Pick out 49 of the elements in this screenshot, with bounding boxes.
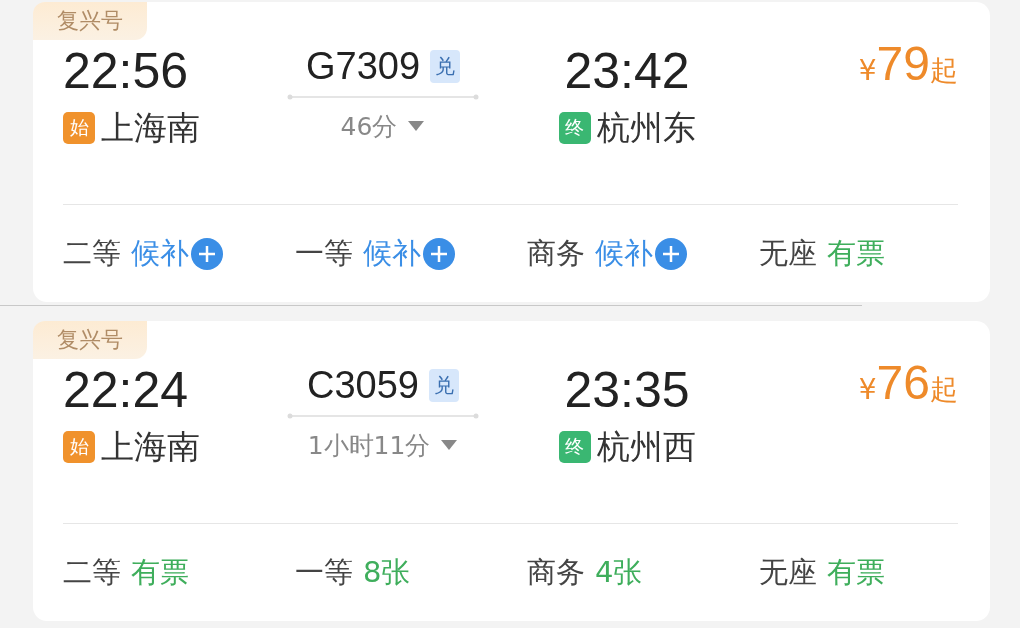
departure-time: 22:56 xyxy=(63,46,190,96)
terminal-badge: 终 xyxy=(558,112,591,145)
train-type-tag: 复兴号 xyxy=(33,321,147,359)
departure-station: 上海南 xyxy=(101,429,200,466)
seat-status: 4张 xyxy=(595,553,643,591)
price-suffix: 起 xyxy=(930,57,958,85)
seat-class: 二等 xyxy=(63,234,121,272)
exchange-badge: 兑 xyxy=(430,50,461,84)
train-number: C3059 xyxy=(307,365,419,407)
seat-status: 有票 xyxy=(827,553,885,591)
train-type-tag: 复兴号 xyxy=(33,2,147,40)
seat-status: 8张 xyxy=(363,553,411,591)
arrival-time: 23:35 xyxy=(564,365,690,415)
seat-class: 商务 xyxy=(527,234,585,272)
arrival-station: 杭州西 xyxy=(596,429,696,466)
seat-status: 候补 xyxy=(595,234,653,272)
seat-status: 有票 xyxy=(131,553,189,591)
origin-badge: 始 xyxy=(63,112,95,145)
price-amount: 79 xyxy=(876,40,930,88)
terminal-badge: 终 xyxy=(558,431,591,464)
train-card[interactable]: 复兴号 22:56 始 上海南 G7309 兑 46分 23:42 终 杭州东 ¥79起 二等 候补 一等 候补 商务 候补 无座 有票 xyxy=(33,2,990,302)
origin-badge: 始 xyxy=(63,431,95,464)
seat-status: 有票 xyxy=(827,234,885,272)
caret-icon xyxy=(407,120,426,133)
add-icon[interactable] xyxy=(655,237,687,270)
train-number: G7309 xyxy=(305,46,421,88)
train-card[interactable]: 复兴号 22:24 始 上海南 C3059 兑 1小时11分 23:35 终 杭州西 ¥76起 二等 有票 一等 8张 商务 4张 无座 有票 xyxy=(33,321,990,621)
seat-class: 无座 xyxy=(759,234,817,272)
duration-toggle[interactable]: 46分 xyxy=(340,109,426,143)
duration-toggle[interactable]: 1小时11分 xyxy=(307,428,459,462)
departure-station: 上海南 xyxy=(101,110,200,147)
seat-class: 商务 xyxy=(527,553,585,591)
seat-status: 候补 xyxy=(363,234,421,272)
seat-class: 一等 xyxy=(295,234,353,272)
arrival-station: 杭州东 xyxy=(596,110,696,147)
price-amount: 76 xyxy=(876,359,930,407)
exchange-badge: 兑 xyxy=(429,369,459,403)
add-icon[interactable] xyxy=(191,237,223,270)
caret-icon xyxy=(440,439,459,452)
seat-class: 二等 xyxy=(63,553,121,591)
add-icon[interactable] xyxy=(423,237,455,270)
departure-time: 22:24 xyxy=(63,365,190,415)
currency-symbol: ¥ xyxy=(858,376,877,404)
seat-status: 候补 xyxy=(131,234,189,272)
currency-symbol: ¥ xyxy=(858,57,877,85)
seat-class: 无座 xyxy=(759,553,817,591)
arrival-time: 23:42 xyxy=(564,46,690,96)
seat-class: 一等 xyxy=(295,553,353,591)
price-suffix: 起 xyxy=(930,376,958,404)
